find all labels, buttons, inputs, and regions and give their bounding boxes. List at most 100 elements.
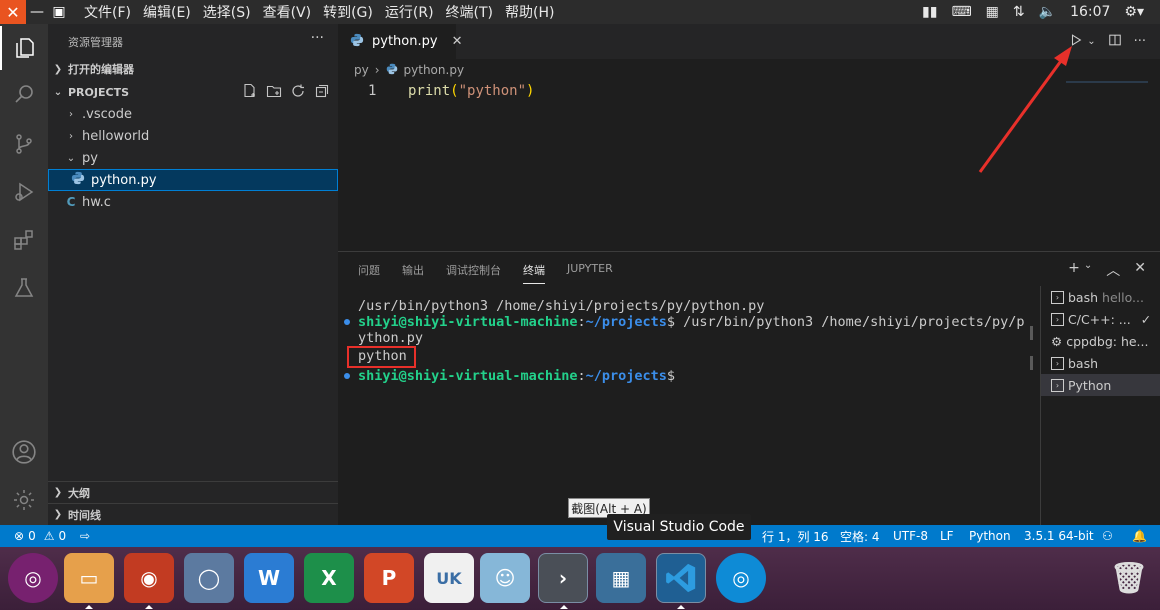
encoding[interactable]: UTF-8 xyxy=(893,525,928,547)
extensions-icon[interactable] xyxy=(0,218,48,262)
menu-run[interactable]: 运行(R) xyxy=(379,2,440,22)
refresh-icon[interactable] xyxy=(290,83,306,102)
files-icon[interactable]: ▭ xyxy=(64,553,114,603)
terminal-name: C/C++: ... xyxy=(1068,311,1131,327)
tree-item-helloworld[interactable]: › helloworld xyxy=(48,125,338,147)
running-indicator xyxy=(560,605,568,609)
ubuntu-kylin-icon[interactable]: UK xyxy=(424,553,474,603)
trash-icon[interactable]: 🗑 xyxy=(1104,553,1154,603)
run-dropdown-chevron-icon[interactable]: ⌄ xyxy=(1087,36,1095,47)
terminal-item-bash[interactable]: › bash hello... xyxy=(1041,286,1160,308)
more-actions-icon[interactable]: ··· xyxy=(1134,34,1146,49)
collapse-all-icon[interactable] xyxy=(314,83,330,102)
menu-file[interactable]: 文件(F) xyxy=(78,2,137,22)
tab-python-py[interactable]: python.py ✕ xyxy=(338,24,462,59)
terminal-item-bash-2[interactable]: › bash xyxy=(1041,352,1160,374)
more-actions-icon[interactable]: ··· xyxy=(311,30,324,46)
tree-item-hw-c[interactable]: C hw.c xyxy=(48,191,338,213)
end-of-line[interactable]: LF xyxy=(940,525,954,547)
tab-problems[interactable]: 问题 xyxy=(358,262,380,284)
cursor-position[interactable]: 行 1，列 16 xyxy=(762,525,829,547)
close-window-button[interactable]: ✕ xyxy=(0,0,26,24)
code-line[interactable]: print("python") xyxy=(408,83,534,99)
tree-item-python-py[interactable]: python.py xyxy=(48,169,338,191)
chromium-icon[interactable]: ◯ xyxy=(184,553,234,603)
software-center-icon[interactable]: ☺ xyxy=(480,553,530,603)
new-folder-icon[interactable] xyxy=(266,83,282,102)
tab-terminal[interactable]: 终端 xyxy=(523,262,545,284)
maximize-panel-icon[interactable]: ︿ xyxy=(1106,260,1120,280)
firefox-icon[interactable]: ◉ xyxy=(124,553,174,603)
wps-writer-icon[interactable]: W xyxy=(244,553,294,603)
live-share-icon[interactable]: ⇨ xyxy=(80,525,90,547)
wps-spreadsheet-icon[interactable]: X xyxy=(304,553,354,603)
menu-go[interactable]: 转到(G) xyxy=(317,2,379,22)
menu-edit[interactable]: 编辑(E) xyxy=(137,2,197,22)
open-editors-label: 打开的编辑器 xyxy=(68,63,134,76)
tab-jupyter[interactable]: JUPYTER xyxy=(567,262,613,284)
terminal-app-icon[interactable]: › xyxy=(538,553,588,603)
code-paren-close: ) xyxy=(526,83,535,99)
close-panel-icon[interactable]: ✕ xyxy=(1134,260,1146,280)
terminal-scrollbar[interactable] xyxy=(1030,356,1033,370)
ubuntu-logo-icon[interactable]: ◎ xyxy=(8,553,58,603)
tree-item-vscode[interactable]: › .vscode xyxy=(48,103,338,125)
menu-help[interactable]: 帮助(H) xyxy=(499,2,560,22)
network-icon[interactable]: ⇅ xyxy=(1013,4,1025,20)
menu-terminal[interactable]: 终端(T) xyxy=(440,2,499,22)
accounts-icon[interactable] xyxy=(0,430,48,474)
menu-selection[interactable]: 选择(S) xyxy=(197,2,257,22)
command-decoration-icon[interactable] xyxy=(344,319,350,325)
new-file-icon[interactable] xyxy=(242,83,258,102)
terminal-item-cppdbg[interactable]: ⚙ cppdbg: he... xyxy=(1041,330,1160,352)
terminal-icon: › xyxy=(1051,312,1064,326)
tree-item-label: py xyxy=(82,150,98,166)
notifications-bell-icon[interactable]: 🔔 xyxy=(1132,525,1147,547)
timeline-section[interactable]: ❯ 时间线 xyxy=(48,503,338,525)
tab-debug-console[interactable]: 调试控制台 xyxy=(446,262,501,284)
terminal-item-python[interactable]: › Python xyxy=(1041,374,1160,396)
calendar-icon[interactable]: ▦ xyxy=(986,4,999,20)
run-debug-icon[interactable] xyxy=(0,170,48,214)
vscode-icon[interactable] xyxy=(656,553,706,603)
clock[interactable]: 16:07 xyxy=(1070,4,1110,20)
outline-section[interactable]: ❯ 大纲 xyxy=(48,481,338,503)
maximize-window-button[interactable]: ▣ xyxy=(48,0,70,24)
source-control-icon[interactable] xyxy=(0,122,48,166)
running-indicator xyxy=(145,605,153,609)
search-icon[interactable] xyxy=(0,72,48,116)
terminal-output[interactable]: /usr/bin/python3 /home/shiyi/projects/py… xyxy=(344,298,1038,384)
projects-section[interactable]: ⌄ PROJECTS xyxy=(48,81,338,103)
terminal-item-cpp[interactable]: › C/C++: ... ✓ xyxy=(1041,308,1160,330)
dvd-player-icon[interactable]: ◎ xyxy=(716,553,766,603)
indentation[interactable]: 空格: 4 xyxy=(840,525,880,547)
tab-output[interactable]: 输出 xyxy=(402,262,424,284)
power-menu-icon[interactable]: ⚙▾ xyxy=(1124,4,1144,20)
problems-status[interactable]: ⊗ 0 ⚠ 0 xyxy=(14,525,66,547)
split-editor-icon[interactable] xyxy=(1108,33,1122,51)
explorer-icon[interactable] xyxy=(0,26,48,70)
command-decoration-icon[interactable] xyxy=(344,373,350,379)
minimize-window-button[interactable]: — xyxy=(26,0,48,24)
new-terminal-icon[interactable]: + xyxy=(1068,260,1080,280)
app-grid-icon[interactable]: ▦ xyxy=(596,553,646,603)
volume-icon[interactable]: 🔈 xyxy=(1039,4,1056,20)
terminal-scrollbar[interactable] xyxy=(1030,326,1033,340)
language-mode[interactable]: Python xyxy=(969,525,1011,547)
keyboard-icon[interactable]: ⌨ xyxy=(951,4,971,20)
chevron-down-icon[interactable]: ⌄ xyxy=(1084,260,1092,280)
menu-view[interactable]: 查看(V) xyxy=(257,2,318,22)
indicator-icon[interactable]: ▮▮ xyxy=(922,4,937,20)
tree-item-py-folder[interactable]: ⌄ py xyxy=(48,147,338,169)
breadcrumb-folder[interactable]: py xyxy=(354,63,369,77)
feedback-icon[interactable]: ⚇ xyxy=(1102,525,1113,547)
breadcrumb-file[interactable]: python.py xyxy=(404,63,465,77)
c-file-icon: C xyxy=(66,195,76,209)
warning-icon: ⚠ xyxy=(43,529,55,543)
wps-presentation-icon[interactable]: P xyxy=(364,553,414,603)
testing-icon[interactable] xyxy=(0,266,48,310)
python-interpreter[interactable]: 3.5.1 64-bit xyxy=(1024,525,1094,547)
settings-gear-icon[interactable] xyxy=(0,478,48,522)
close-tab-icon[interactable]: ✕ xyxy=(452,34,463,49)
open-editors-section[interactable]: ❯ 打开的编辑器 xyxy=(48,58,338,80)
